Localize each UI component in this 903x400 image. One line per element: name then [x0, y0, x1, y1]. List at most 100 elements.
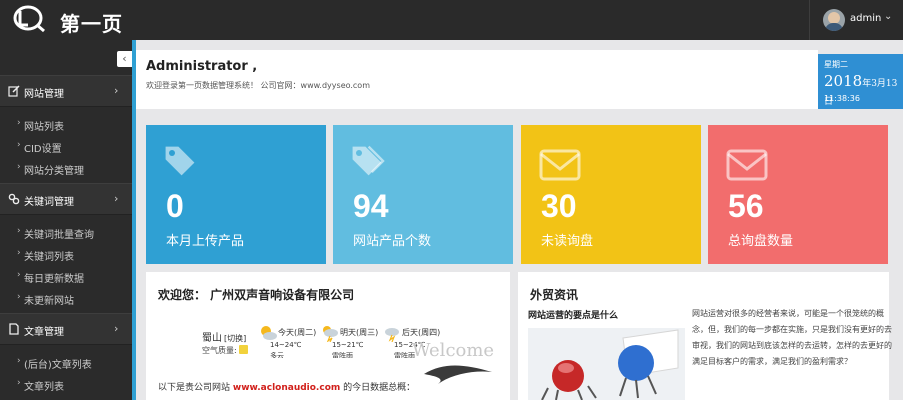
- welcome-message: 欢迎登录第一页数据管理系统！ 公司官网：www.dyyseo.com: [146, 81, 370, 90]
- stat-value: 30: [541, 188, 577, 224]
- chevron-down-icon[interactable]: ⌄: [884, 11, 892, 22]
- admin-title: Administrator ,: [146, 59, 258, 74]
- sidebar-item-keyword-batch-query[interactable]: › 关键词批量查询: [0, 221, 132, 243]
- sidebar-item-daily-update[interactable]: › 每日更新数据: [0, 265, 132, 287]
- data-line-prefix: 以下是贵公司网站: [158, 383, 233, 393]
- stat-card-monthly-uploads[interactable]: 0 本月上传产品: [146, 125, 326, 264]
- data-line-suffix: 的今日数据总概：: [340, 383, 416, 393]
- chevron-right-icon: ›: [17, 226, 21, 236]
- sidebar-item-cid-settings[interactable]: › CID设置: [0, 135, 132, 157]
- sidebar-item-keyword-list[interactable]: › 关键词列表: [0, 243, 132, 265]
- user-menu[interactable]: admin ⌄: [809, 0, 903, 40]
- weather-day-name: 今天(周二): [278, 328, 317, 337]
- sidebar-group-label: 关键词管理: [24, 197, 74, 208]
- air-quality-badge: [238, 345, 248, 354]
- sidebar-collapse-button[interactable]: ‹: [117, 51, 132, 67]
- sidebar-item-article-list[interactable]: › 文章列表: [0, 373, 132, 395]
- sidebar-group-site-management[interactable]: 网站管理 ›: [0, 75, 132, 107]
- tag-icon: [165, 146, 195, 176]
- stat-card-unread-inquiries[interactable]: 30 未读询盘: [521, 125, 701, 264]
- chevron-right-icon: ›: [17, 270, 21, 280]
- sidebar-item-label: CID设置: [24, 144, 62, 155]
- stat-value: 0: [166, 188, 184, 224]
- sidebar-item-label: 文章列表: [24, 382, 64, 393]
- news-image[interactable]: [528, 328, 685, 400]
- sidebar-group-label: 网站管理: [24, 89, 64, 100]
- weather-desc: 雷阵雨: [332, 352, 353, 358]
- stat-label: 总询盘数量: [728, 234, 794, 249]
- sidebar-item-site-list[interactable]: › 网站列表: [0, 113, 132, 135]
- sidebar-item-label: 关键词列表: [24, 252, 74, 263]
- stat-value: 56: [728, 188, 764, 224]
- stat-card-total-inquiries[interactable]: 56 总询盘数量: [708, 125, 888, 264]
- chevron-right-icon: ›: [114, 84, 119, 97]
- tags-icon: [352, 145, 385, 176]
- avatar[interactable]: [823, 9, 845, 31]
- sidebar-item-site-category[interactable]: › 网站分类管理: [0, 157, 132, 179]
- news-title: 外贸资讯: [530, 288, 579, 302]
- stat-label: 本月上传产品: [166, 234, 245, 249]
- news-headline[interactable]: 网站运营的要点是什么: [528, 308, 618, 321]
- chevron-right-icon: ›: [17, 292, 21, 302]
- date-widget: 星期二 2018年3月13日 11:38:36: [818, 54, 903, 109]
- chevron-right-icon: ›: [17, 140, 21, 150]
- stat-label: 未读询盘: [541, 234, 594, 249]
- link-icon: [8, 193, 20, 205]
- logo[interactable]: [8, 5, 52, 35]
- thunderstorm-icon: [385, 328, 399, 342]
- sidebar-item-label: 每日更新数据: [24, 274, 84, 285]
- news-illustration: [528, 328, 685, 400]
- sidebar-item-label: 网站列表: [24, 122, 64, 133]
- sidebar-group-label: 文章管理: [24, 327, 64, 338]
- current-time: 11:38:36: [824, 94, 860, 103]
- weather-desc: 多云: [270, 352, 284, 358]
- welcome-art-text: Welcome: [412, 340, 494, 361]
- date-year: 2018: [824, 72, 863, 90]
- chevron-right-icon: ›: [114, 322, 119, 335]
- stat-value: 94: [353, 188, 389, 224]
- chevron-right-icon: ›: [17, 356, 21, 366]
- chevron-right-icon: ›: [17, 118, 21, 128]
- company-welcome-panel: 欢迎您： 广州双声音响设备有限公司 蜀山 [切换] 空气质量: 今天(周二) 14…: [146, 272, 510, 400]
- sidebar-item-admin-article-list[interactable]: › (后台)文章列表: [0, 351, 132, 373]
- sidebar-item-not-updated-sites[interactable]: › 未更新网站: [0, 287, 132, 309]
- sidebar-group-article-management[interactable]: 文章管理 ›: [0, 313, 132, 345]
- weather-city-name: 蜀山: [202, 333, 222, 344]
- sidebar-item-label: (后台)文章列表: [24, 360, 92, 371]
- company-title: 欢迎您： 广州双声音响设备有限公司: [158, 288, 355, 302]
- weather-day-name: 明天(周三): [340, 328, 379, 337]
- chevron-right-icon: ›: [17, 248, 21, 258]
- weather-day-today: 今天(周二) 14~24℃ 多云: [258, 324, 322, 360]
- air-quality: 空气质量:: [202, 345, 248, 356]
- welcome-header: Administrator , 欢迎登录第一页数据管理系统！ 公司官网：www.…: [136, 50, 818, 109]
- chevron-right-icon: ›: [17, 378, 21, 388]
- weather-day-tomorrow: 明天(周三) 15~21℃ 雷阵雨: [320, 324, 384, 360]
- weather-temp: 14~24℃: [270, 341, 302, 349]
- sidebar-group-keyword-management[interactable]: 关键词管理 ›: [0, 183, 132, 215]
- document-icon: [8, 323, 20, 335]
- welcome-artwork: Welcome: [412, 340, 494, 384]
- sidebar-item-label: 网站分类管理: [24, 166, 84, 177]
- sidebar-item-label: 关键词批量查询: [24, 230, 94, 241]
- edit-icon: [8, 85, 20, 97]
- trade-news-panel: 外贸资讯 网站运营的要点是什么 网站运营对很多的经营者来说，可能是一个很笼统的概…: [518, 272, 892, 400]
- envelope-icon: [726, 149, 768, 181]
- air-quality-label: 空气质量:: [202, 346, 237, 355]
- chevron-right-icon: ›: [17, 162, 21, 172]
- thunderstorm-icon: [323, 326, 338, 342]
- stat-card-site-products[interactable]: 94 网站产品个数: [333, 125, 513, 264]
- company-site-link[interactable]: www.aclonaudio.com: [233, 383, 340, 393]
- today-data-line: 以下是贵公司网站 www.aclonaudio.com 的今日数据总概：: [158, 380, 415, 393]
- sidebar-item-label: 未更新网站: [24, 296, 74, 307]
- weather-temp: 15~21℃: [332, 341, 364, 349]
- username[interactable]: admin: [850, 13, 881, 24]
- envelope-icon: [539, 149, 581, 181]
- partly-cloudy-icon: [261, 326, 277, 340]
- news-body: 网站运营对很多的经营者来说，可能是一个很笼统的概念，但，我们的每一步都在实施，只…: [692, 309, 892, 366]
- top-navbar: 第一页 admin ⌄: [0, 0, 903, 40]
- weekday: 星期二: [824, 60, 848, 69]
- stat-label: 网站产品个数: [353, 234, 432, 249]
- weather-switch-link[interactable]: [切换]: [224, 334, 246, 343]
- weather-city: 蜀山 [切换]: [202, 329, 246, 344]
- chevron-right-icon: ›: [114, 192, 119, 205]
